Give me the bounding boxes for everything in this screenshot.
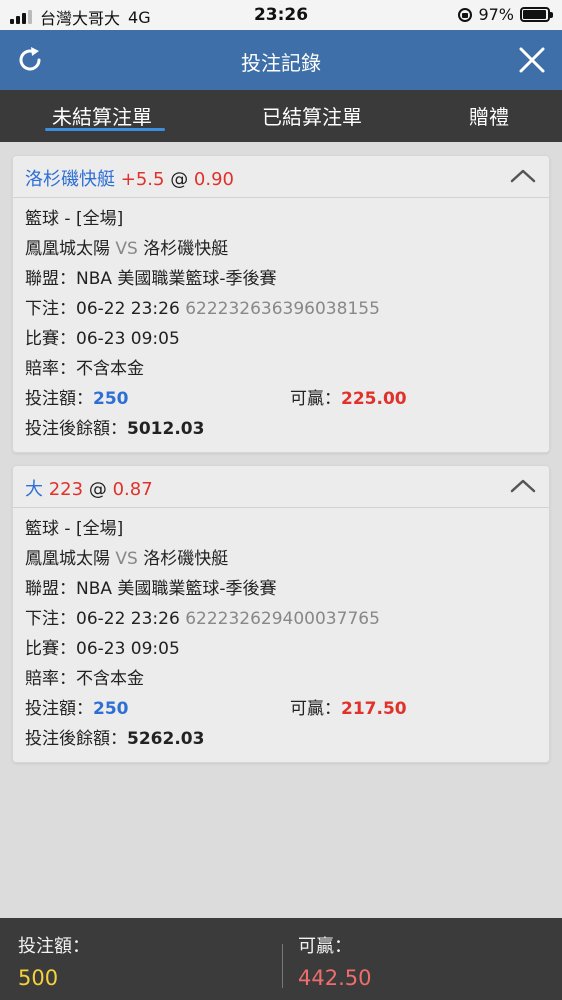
bet-at: @	[170, 169, 189, 190]
bet-placed-row: 下注：06-22 23:26 622232629400037765	[25, 604, 537, 634]
bet-handicap: 223	[48, 479, 84, 500]
win-group: 可贏：217.50	[290, 694, 407, 724]
bet-balance-row: 投注後餘額：5012.03	[25, 414, 537, 444]
bet-odds: 0.90	[193, 169, 234, 190]
tab-settled[interactable]: 已結算注單	[262, 101, 362, 130]
odds-type-label: 賠率：	[25, 359, 76, 379]
league-label: 聯盟：	[25, 269, 76, 289]
footer-win-total: 442.50	[298, 966, 372, 990]
odds-type-label: 賠率：	[25, 669, 76, 689]
vs-label: VS	[115, 549, 138, 569]
bet-card-header[interactable]: 大 223 @ 0.87	[13, 466, 549, 508]
bet-amount-row: 投注額：250 可贏：217.50	[25, 694, 537, 724]
bet-at: @	[88, 479, 107, 500]
bet-selection: 大	[25, 479, 43, 500]
win-value: 217.50	[341, 699, 407, 719]
footer-win-label: 可贏：	[298, 936, 352, 957]
tab-bar: 未結算注單 已結算注單 贈禮	[0, 90, 562, 142]
bet-card-header[interactable]: 洛杉磯快艇 +5.5 @ 0.90	[13, 156, 549, 198]
balance-label: 投注後餘額：	[25, 419, 127, 439]
win-group: 可贏：225.00	[290, 384, 407, 414]
stake-label: 投注額：	[25, 389, 93, 409]
win-label: 可贏：	[290, 389, 341, 409]
footer-win: 可贏： 442.50	[298, 932, 371, 990]
bet-league-row: 聯盟：NBA 美國職業籃球-季後賽	[25, 264, 537, 294]
chevron-up-icon[interactable]	[509, 166, 537, 186]
balance-value: 5262.03	[127, 729, 205, 749]
tab-gifts[interactable]: 贈禮	[469, 101, 509, 130]
league-name: NBA 美國職業籃球-季後賽	[76, 269, 277, 289]
bet-balance-row: 投注後餘額：5262.03	[25, 724, 537, 754]
bet-match-row: 比賽：06-23 09:05	[25, 634, 537, 664]
close-icon[interactable]	[516, 44, 548, 76]
bet-odds: 0.87	[112, 479, 153, 500]
battery-percent: 97%	[478, 5, 514, 24]
stake-value: 250	[93, 389, 129, 409]
bet-card-body: 籃球 - [全場] 鳳凰城太陽 VS 洛杉磯快艇 聯盟：NBA 美國職業籃球-季…	[13, 198, 549, 444]
placed-label: 下注：	[25, 609, 76, 629]
home-team: 鳳凰城太陽	[25, 239, 110, 259]
bet-handicap: +5.5	[120, 169, 165, 190]
tab-unsettled[interactable]: 未結算注單	[52, 101, 152, 130]
stake-label: 投注額：	[25, 699, 93, 719]
bet-league-row: 聯盟：NBA 美國職業籃球-季後賽	[25, 574, 537, 604]
bet-card: 大 223 @ 0.87 籃球 - [全場] 鳳凰城太陽 VS 洛杉磯快艇 聯盟…	[12, 465, 550, 763]
match-time: 06-23 09:05	[76, 329, 180, 349]
bet-sport: 籃球 - [全場]	[25, 519, 124, 539]
match-label: 比賽：	[25, 329, 76, 349]
footer-stake-label: 投注額：	[18, 936, 90, 957]
battery-icon	[520, 7, 553, 22]
home-team: 鳳凰城太陽	[25, 549, 110, 569]
odds-type: 不含本金	[76, 669, 144, 689]
bet-card: 洛杉磯快艇 +5.5 @ 0.90 籃球 - [全場] 鳳凰城太陽 VS 洛杉磯…	[12, 155, 550, 453]
status-right: 97%	[458, 5, 553, 24]
win-label: 可贏：	[290, 699, 341, 719]
win-value: 225.00	[341, 389, 407, 409]
balance-value: 5012.03	[127, 419, 205, 439]
bet-sport: 籃球 - [全場]	[25, 209, 124, 229]
odds-type: 不含本金	[76, 359, 144, 379]
league-name: NBA 美國職業籃球-季後賽	[76, 579, 277, 599]
footer-stake: 投注額： 500	[18, 932, 90, 990]
status-bar: 台灣大哥大 4G 23:26 97%	[0, 0, 562, 30]
ticket-id: 622232629400037765	[185, 609, 380, 629]
app-header: 投注記錄	[0, 30, 562, 90]
placed-time: 06-22 23:26	[76, 609, 180, 629]
placed-time: 06-22 23:26	[76, 299, 180, 319]
vs-label: VS	[115, 239, 138, 259]
match-time: 06-23 09:05	[76, 639, 180, 659]
footer-stake-total: 500	[18, 966, 59, 990]
footer-divider	[282, 944, 283, 988]
bet-selection: 洛杉磯快艇	[25, 169, 115, 190]
bet-odds-type-row: 賠率：不含本金	[25, 354, 537, 384]
bet-odds-type-row: 賠率：不含本金	[25, 664, 537, 694]
summary-footer: 投注額： 500 可贏： 442.50	[0, 918, 562, 1000]
away-team: 洛杉磯快艇	[143, 549, 229, 569]
ticket-id: 622232636396038155	[185, 299, 380, 319]
bet-placed-row: 下注：06-22 23:26 622232636396038155	[25, 294, 537, 324]
bet-card-body: 籃球 - [全場] 鳳凰城太陽 VS 洛杉磯快艇 聯盟：NBA 美國職業籃球-季…	[13, 508, 549, 754]
rotation-lock-icon	[458, 7, 473, 22]
chevron-up-icon[interactable]	[509, 476, 537, 496]
match-label: 比賽：	[25, 639, 76, 659]
bet-match-row: 比賽：06-23 09:05	[25, 324, 537, 354]
stake-value: 250	[93, 699, 129, 719]
bet-matchup: 鳳凰城太陽 VS 洛杉磯快艇	[25, 234, 537, 264]
league-label: 聯盟：	[25, 579, 76, 599]
page-title: 投注記錄	[241, 51, 321, 75]
active-tab-indicator	[45, 128, 165, 131]
placed-label: 下注：	[25, 299, 76, 319]
balance-label: 投注後餘額：	[25, 729, 127, 749]
bet-amount-row: 投注額：250 可贏：225.00	[25, 384, 537, 414]
bet-matchup: 鳳凰城太陽 VS 洛杉磯快艇	[25, 544, 537, 574]
away-team: 洛杉磯快艇	[143, 239, 229, 259]
